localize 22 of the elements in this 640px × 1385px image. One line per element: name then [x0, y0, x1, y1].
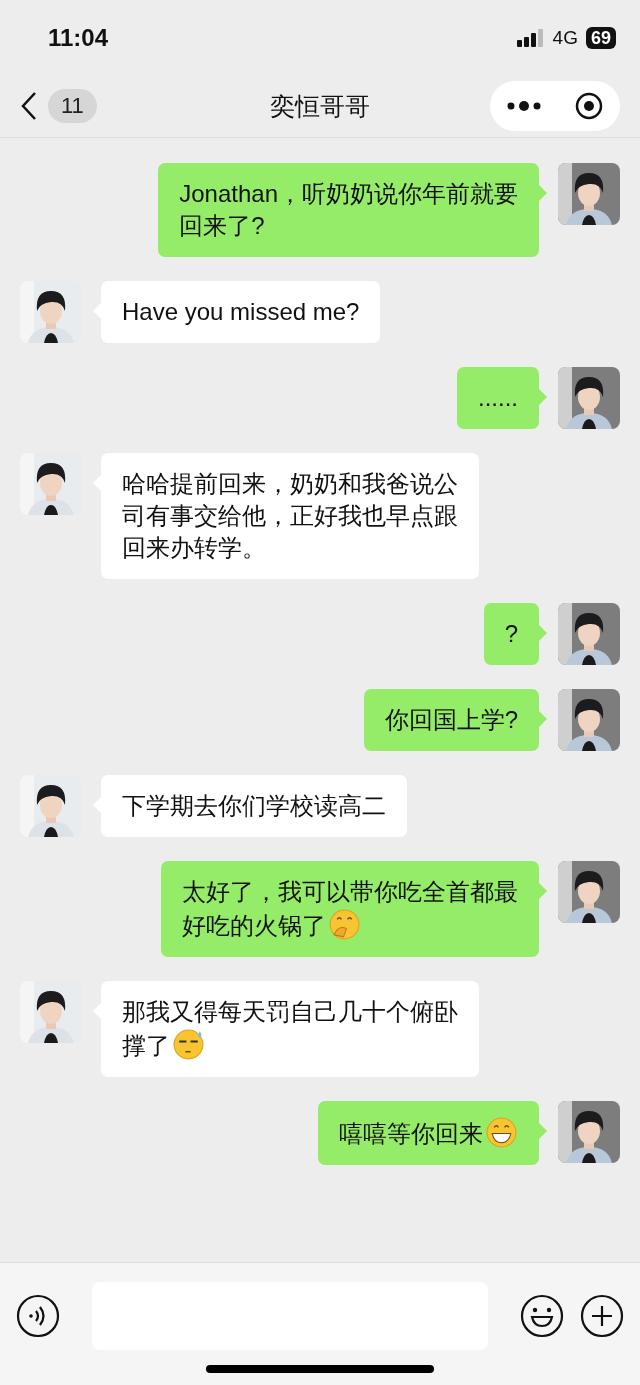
sent-message: ? — [483, 603, 539, 665]
sent-message: ...... — [457, 367, 539, 429]
close-icon[interactable] — [575, 92, 603, 120]
unread-count: 11 — [48, 89, 97, 123]
sent-message: 嘻嘻等你回来 — [318, 1101, 539, 1165]
voice-icon[interactable] — [16, 1294, 60, 1338]
chat-title: 奕恒哥哥 — [270, 90, 370, 122]
signal-icon — [516, 28, 545, 47]
network-label: 4G — [552, 26, 578, 49]
sent-message: 你回国上学? — [363, 689, 539, 751]
battery-level: 69 — [585, 26, 616, 49]
back-icon[interactable] — [20, 91, 38, 121]
sent-message: 太好了，我可以带你吃全首都最 好吃的火锅了 — [161, 861, 539, 957]
sent-message: Jonathan，听奶奶说你年前就要 回来了? — [158, 163, 539, 257]
clock-time: 11:04 — [48, 23, 109, 52]
received-message: 哈哈提前回来，奶奶和我爸说公 司有事交给他，正好我也早点跟 回来办转学。 — [101, 453, 479, 579]
plus-icon[interactable] — [580, 1294, 624, 1338]
received-message: Have you missed me? — [101, 281, 381, 343]
emoji-icon[interactable] — [520, 1294, 564, 1338]
more-icon[interactable] — [507, 101, 541, 111]
received-message: 那我又得每天罚自己几十个俯卧 撑了 — [101, 981, 479, 1077]
received-message: 下学期去你们学校读高二 — [101, 775, 407, 837]
